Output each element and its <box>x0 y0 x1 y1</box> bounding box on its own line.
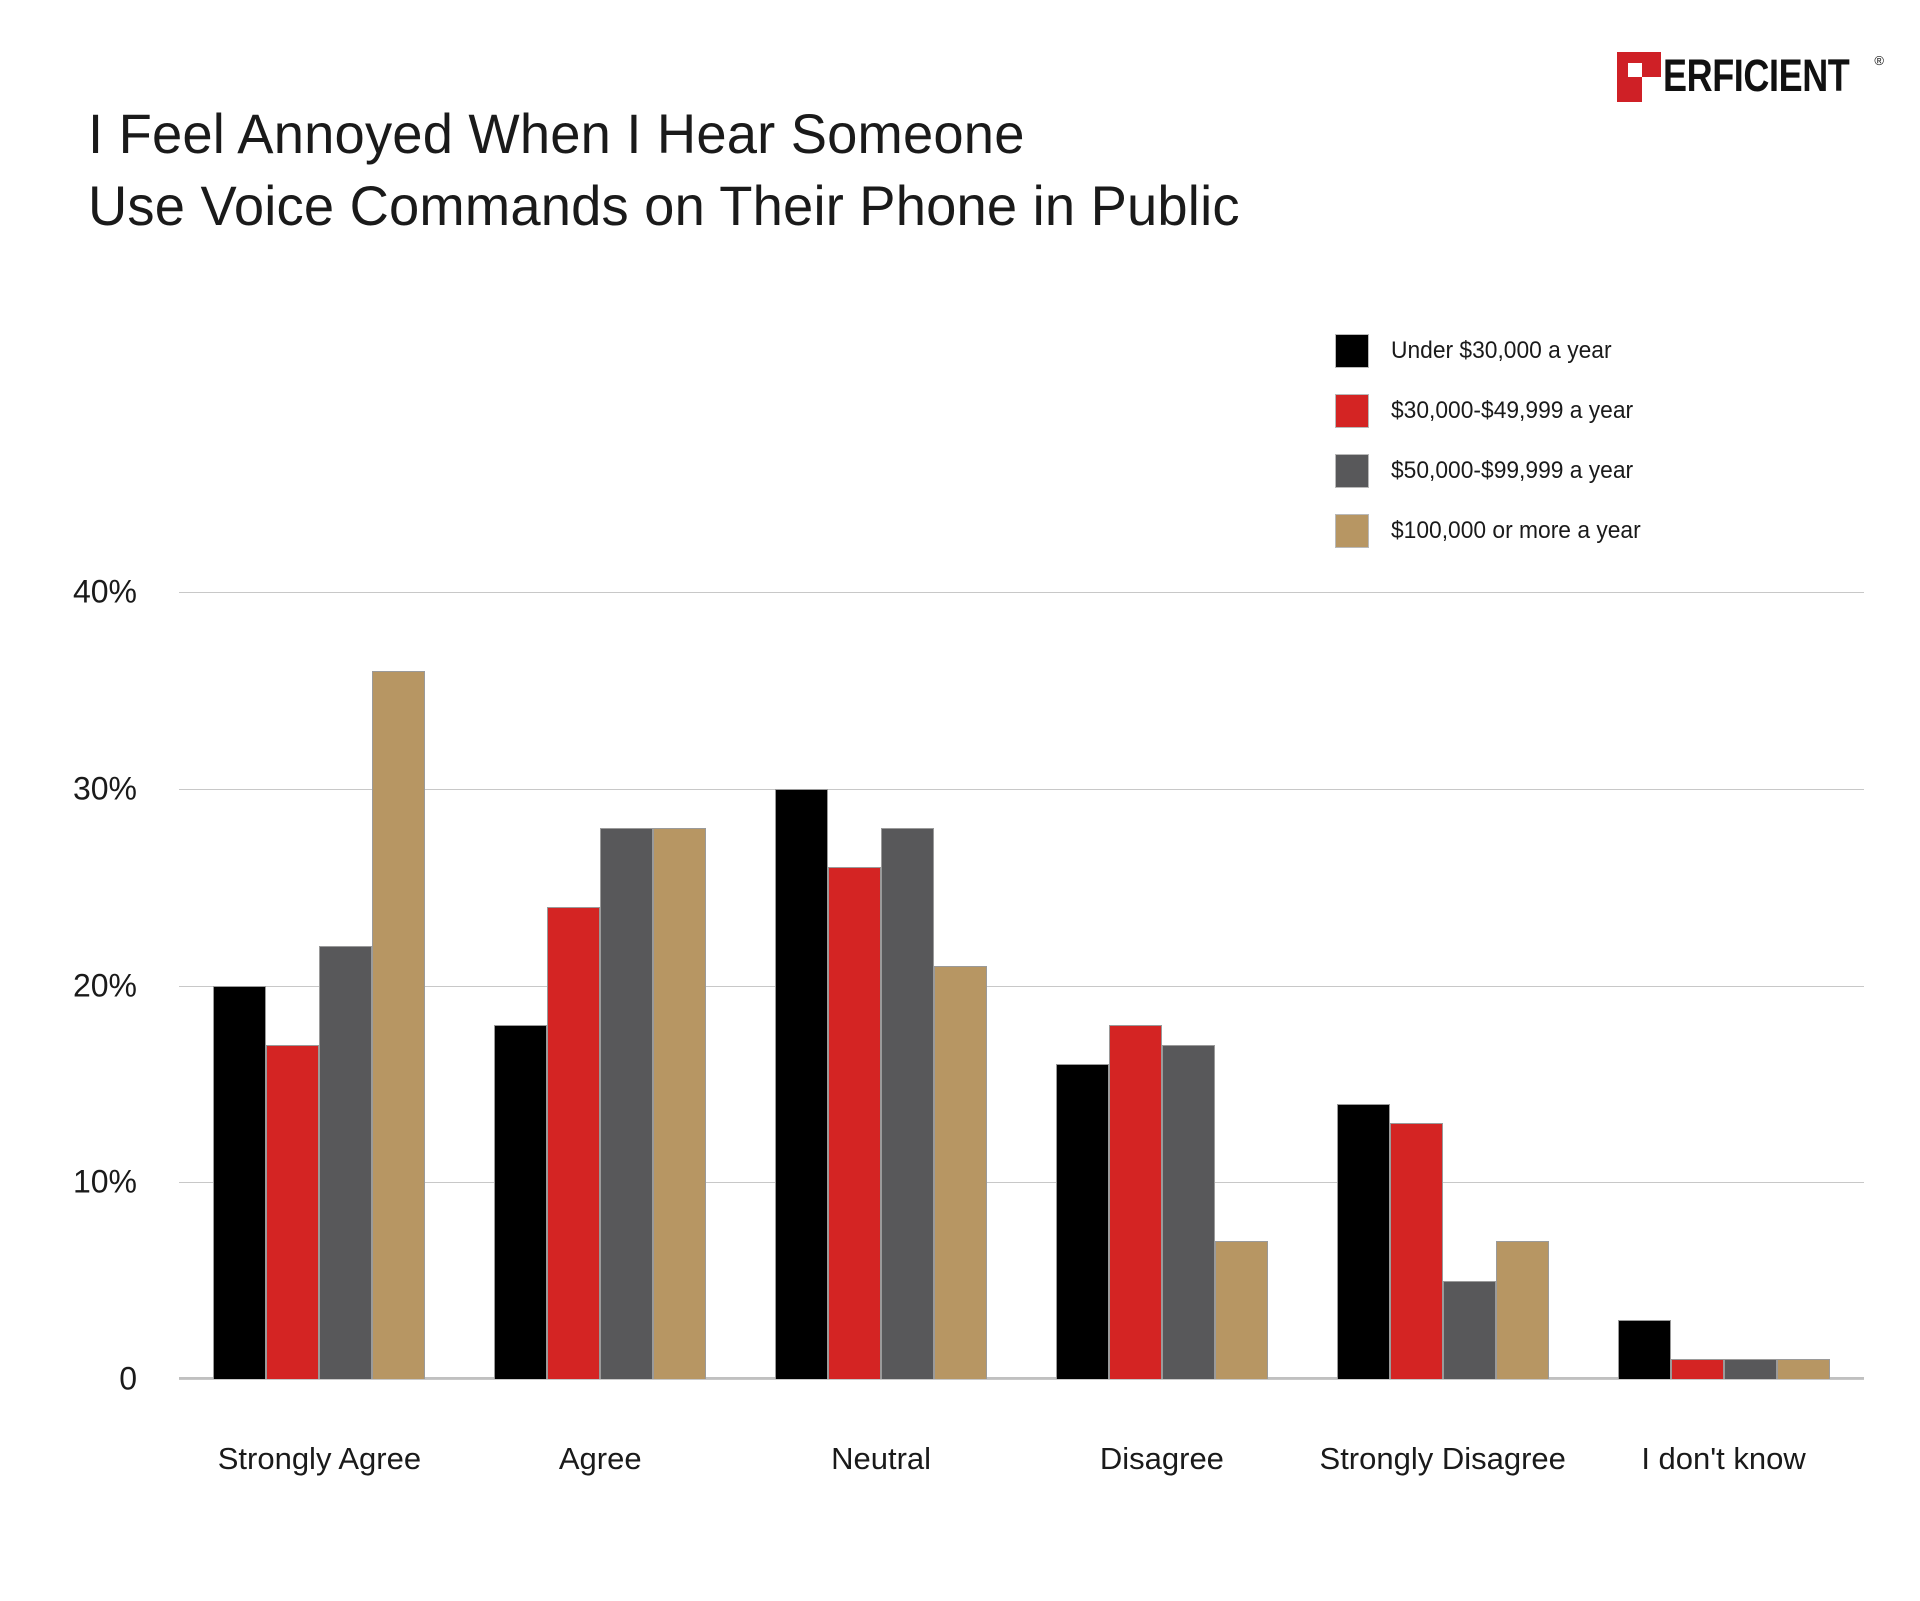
legend-color-swatch <box>1335 394 1369 428</box>
chart-legend: Under $30,000 a year $30,000-$49,999 a ye… <box>1335 332 1654 550</box>
chart-bar <box>600 828 654 1379</box>
legend-item: Under $30,000 a year <box>1335 332 1654 370</box>
chart-bar <box>1108 1024 1162 1379</box>
chart-bar <box>1161 1044 1215 1379</box>
perficient-p-mark <box>1617 52 1662 102</box>
bar-group: Strongly Agree <box>179 592 460 1476</box>
perficient-wordmark: ERFICIENT <box>1663 50 1850 101</box>
chart-plot-area: 40% 30% 20% 10% 0 Strongly Agree Agree Neutral… <box>73 574 1864 1476</box>
chart-bar <box>934 965 988 1379</box>
bar-group: Disagree <box>1021 592 1302 1476</box>
x-axis-category-label: I don't know <box>1641 1441 1806 1476</box>
chart-bar <box>1336 1103 1390 1379</box>
chart-bar <box>1723 1359 1777 1379</box>
legend-item: $100,000 or more a year <box>1335 512 1654 550</box>
x-axis-category-label: Strongly Agree <box>217 1441 422 1476</box>
chart-bar <box>372 670 426 1379</box>
x-axis-category-label: Strongly Disagree <box>1319 1441 1566 1476</box>
y-axis-tick-label: 40% <box>72 573 137 610</box>
page-title-line-2: Use Voice Commands on Their Phone in Pub… <box>88 174 1240 237</box>
chart-bar <box>1055 1064 1109 1379</box>
bar-group: Strongly Disagree <box>1302 592 1583 1476</box>
page-title-line-1: I Feel Annoyed When I Hear Someone <box>88 102 1025 165</box>
legend-color-swatch <box>1335 334 1369 368</box>
chart-bar <box>1442 1280 1496 1379</box>
chart-bar <box>1617 1319 1671 1379</box>
y-axis-tick-label: 20% <box>72 967 137 1003</box>
bar-group: Neutral <box>741 592 1022 1476</box>
chart-gridline: 0 <box>119 1361 1864 1397</box>
x-axis-category-label: Disagree <box>1099 1441 1224 1476</box>
chart-bar <box>1776 1359 1830 1379</box>
chart-bar <box>1389 1123 1443 1379</box>
bar-group: Agree <box>460 592 741 1476</box>
x-axis-category-label: Neutral <box>831 1441 932 1476</box>
legend-item: $30,000-$49,999 a year <box>1335 392 1654 430</box>
chart-bar <box>828 867 882 1379</box>
legend-item: $50,000-$99,999 a year <box>1335 452 1654 490</box>
chart-bar <box>494 1024 548 1379</box>
chart-bar <box>319 946 373 1379</box>
chart-bar <box>1495 1241 1549 1379</box>
chart-bar <box>881 828 935 1379</box>
chart-bar <box>775 788 829 1379</box>
legend-color-swatch <box>1335 514 1369 548</box>
bar-group: I don't know <box>1583 592 1864 1476</box>
chart-bar <box>213 985 267 1379</box>
legend-item-label: $100,000 or more a year <box>1391 517 1641 544</box>
chart-bar <box>1670 1359 1724 1379</box>
legend-item-label: Under $30,000 a year <box>1391 337 1612 364</box>
registered-trademark-icon: ® <box>1874 53 1884 68</box>
legend-item-label: $30,000-$49,999 a year <box>1391 397 1634 424</box>
page-title: I Feel Annoyed When I Hear Someone Use V… <box>88 98 1388 242</box>
chart-bar <box>653 828 707 1379</box>
chart-bar <box>547 906 601 1379</box>
chart-bar-groups: Strongly Agree Agree Neutral Disagree Strong… <box>179 592 1864 1476</box>
y-axis-tick-label: 30% <box>72 770 137 807</box>
legend-color-swatch <box>1335 454 1369 488</box>
y-axis-tick-label: 10% <box>72 1163 137 1200</box>
chart-bar <box>266 1044 320 1379</box>
legend-item-label: $50,000-$99,999 a year <box>1391 457 1634 484</box>
chart-bar <box>1214 1241 1268 1379</box>
y-axis-tick-label: 0 <box>119 1360 137 1397</box>
x-axis-category-label: Agree <box>558 1441 642 1476</box>
perficient-logo: ERFICIENT ® <box>1617 52 1884 102</box>
